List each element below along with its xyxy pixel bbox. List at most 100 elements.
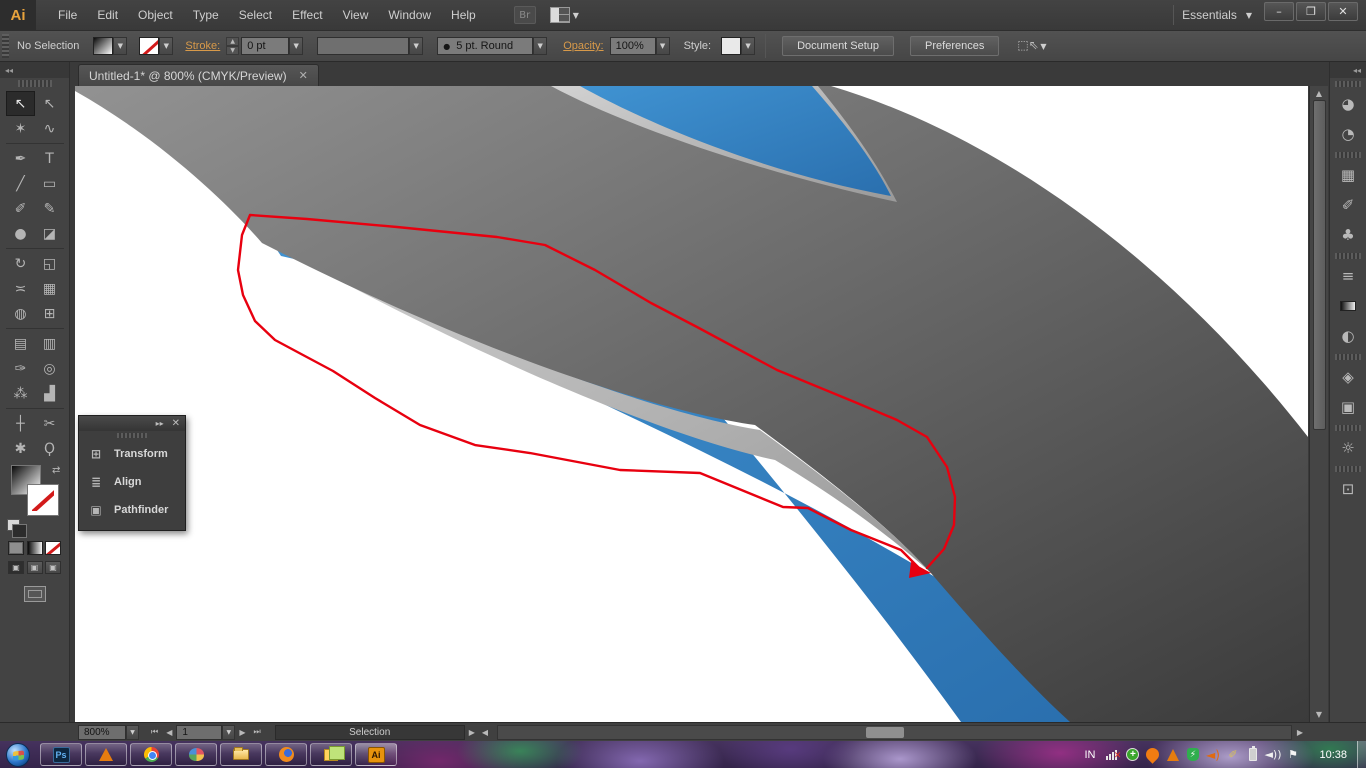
default-fill-stroke-icon[interactable] bbox=[7, 519, 20, 531]
taskbar-explorer-button[interactable] bbox=[220, 743, 262, 766]
codec-icon[interactable]: ✐ bbox=[1225, 747, 1240, 762]
taskbar-vlc-button[interactable] bbox=[85, 743, 127, 766]
network-icon[interactable]: ✕ bbox=[1105, 747, 1120, 762]
panel-grip[interactable] bbox=[117, 433, 147, 438]
panel-item-align[interactable]: ≣ Align bbox=[79, 468, 185, 496]
tool-free-transform[interactable]: ▦ bbox=[35, 276, 64, 301]
speaker-icon[interactable]: ◄)) bbox=[1265, 747, 1280, 762]
color-guide-panel-icon[interactable]: ◔ bbox=[1330, 119, 1366, 149]
horizontal-scrollbar[interactable] bbox=[497, 725, 1292, 740]
dock-grip[interactable] bbox=[1335, 152, 1361, 158]
first-artboard-icon[interactable]: ⏮ bbox=[147, 727, 162, 737]
close-button[interactable]: ✕ bbox=[1328, 2, 1358, 21]
bridge-icon[interactable]: Br bbox=[514, 6, 536, 24]
tool-eraser[interactable]: ◪ bbox=[35, 221, 64, 246]
menu-window[interactable]: Window bbox=[378, 0, 441, 30]
dock-grip[interactable] bbox=[1335, 81, 1361, 87]
stroke-weight-stepper[interactable]: ▲▼ bbox=[226, 37, 239, 55]
tool-zoom[interactable]: Ϙ bbox=[35, 436, 64, 461]
artboard-canvas[interactable] bbox=[75, 86, 1308, 722]
vertical-scrollbar[interactable]: ▲ ▼ bbox=[1309, 86, 1328, 722]
tool-shape-builder[interactable]: ◍ bbox=[6, 301, 35, 326]
document-setup-button[interactable]: Document Setup bbox=[782, 36, 894, 56]
select-similar-objects-icon[interactable]: ⬚⇖ bbox=[1017, 38, 1037, 54]
artboard-arrow-icon[interactable]: ▼ bbox=[222, 725, 235, 740]
symbols-panel-icon[interactable]: ♣ bbox=[1330, 220, 1366, 250]
taskbar-photoshop-button[interactable]: Ps bbox=[40, 743, 82, 766]
tab-close-icon[interactable]: ✕ bbox=[299, 69, 308, 82]
taskbar-illustrator-button[interactable]: Ai bbox=[355, 743, 397, 766]
stroke-weight-field[interactable]: 0 pt bbox=[241, 37, 289, 55]
scroll-right-icon[interactable]: ▶ bbox=[1294, 728, 1306, 737]
tool-blob-brush[interactable]: ● bbox=[6, 221, 35, 246]
artboard-number-field[interactable]: 1 bbox=[176, 725, 222, 740]
brush-definition-field[interactable]: ● 5 pt. Round bbox=[437, 37, 533, 55]
scroll-left-icon[interactable]: ◀ bbox=[479, 728, 491, 737]
tool-scale[interactable]: ◱ bbox=[35, 251, 64, 276]
menu-edit[interactable]: Edit bbox=[87, 0, 128, 30]
tool-magic-wand[interactable]: ✶ bbox=[6, 116, 35, 141]
zoom-level-field[interactable]: 800% bbox=[78, 725, 126, 740]
tool-perspective-grid[interactable]: ⊞ bbox=[35, 301, 64, 326]
artboards-panel-icon[interactable]: ▣ bbox=[1330, 392, 1366, 422]
menu-type[interactable]: Type bbox=[183, 0, 229, 30]
gradient-button[interactable] bbox=[27, 541, 43, 555]
language-indicator[interactable]: IN bbox=[1084, 749, 1095, 761]
menu-effect[interactable]: Effect bbox=[282, 0, 332, 30]
color-button[interactable] bbox=[8, 541, 24, 555]
tool-blend[interactable]: ◎ bbox=[35, 356, 64, 381]
action-center-icon[interactable]: ⚑ bbox=[1285, 747, 1300, 762]
tool-eyedropper[interactable]: ✑ bbox=[6, 356, 35, 381]
dock-grip[interactable] bbox=[1335, 425, 1361, 431]
preferences-button[interactable]: Preferences bbox=[910, 36, 999, 56]
color-panel-icon[interactable]: ◕ bbox=[1330, 89, 1366, 119]
dock-grip[interactable] bbox=[1335, 354, 1361, 360]
style-swatch[interactable] bbox=[721, 37, 741, 55]
none-button[interactable] bbox=[45, 541, 61, 555]
links-panel-icon[interactable]: ⊡ bbox=[1330, 474, 1366, 504]
avast-icon[interactable] bbox=[1145, 747, 1160, 762]
opacity-panel-link[interactable]: Opacity: bbox=[563, 40, 603, 52]
taskbar-pictures-button[interactable] bbox=[310, 743, 352, 766]
tools-collapse-button[interactable]: ◂◂ bbox=[0, 62, 69, 78]
tool-pen[interactable]: ✒ bbox=[6, 146, 35, 171]
tool-rectangle[interactable]: ▭ bbox=[35, 171, 64, 196]
swap-fill-stroke-icon[interactable]: ⇄ bbox=[52, 465, 60, 476]
menu-view[interactable]: View bbox=[333, 0, 379, 30]
tool-pencil[interactable]: ✎ bbox=[35, 196, 64, 221]
swatches-panel-icon[interactable]: ▦ bbox=[1330, 160, 1366, 190]
menu-object[interactable]: Object bbox=[128, 0, 183, 30]
start-button[interactable] bbox=[6, 743, 30, 767]
floating-panel[interactable]: ▸▸ ✕ ⊞ Transform ≣ Align ▣ Pathfinder bbox=[78, 415, 186, 531]
panel-close-icon[interactable]: ✕ bbox=[172, 418, 180, 429]
control-bar-grip[interactable] bbox=[2, 34, 9, 58]
opacity-field[interactable]: 100% bbox=[610, 37, 656, 55]
tool-width[interactable]: ≍ bbox=[6, 276, 35, 301]
status-display[interactable]: Selection bbox=[275, 725, 465, 740]
status-popup-icon[interactable]: ▶ bbox=[465, 728, 479, 737]
fill-color-arrow-icon[interactable]: ▼ bbox=[113, 37, 127, 55]
tool-column-graph[interactable]: ▟ bbox=[35, 381, 64, 406]
battery-icon[interactable] bbox=[1245, 747, 1260, 762]
taskbar-chrome-button[interactable] bbox=[130, 743, 172, 766]
horizontal-scroll-thumb[interactable] bbox=[866, 727, 904, 738]
update-icon[interactable]: + bbox=[1125, 747, 1140, 762]
opacity-arrow-icon[interactable]: ▼ bbox=[656, 37, 670, 55]
stroke-chip[interactable] bbox=[28, 485, 58, 515]
stroke-color-arrow-icon[interactable]: ▼ bbox=[159, 37, 173, 55]
vlc-tray-icon[interactable] bbox=[1165, 747, 1180, 762]
tool-rotate[interactable]: ↻ bbox=[6, 251, 35, 276]
vertical-scroll-thumb[interactable] bbox=[1313, 100, 1326, 430]
workspace-arrow-icon[interactable]: ▼ bbox=[1246, 11, 1252, 20]
document-tab[interactable]: Untitled-1* @ 800% (CMYK/Preview) ✕ bbox=[78, 64, 319, 86]
stroke-panel-icon[interactable]: ≡ bbox=[1330, 261, 1366, 291]
tool-gradient[interactable]: ▥ bbox=[35, 331, 64, 356]
scroll-down-icon[interactable]: ▼ bbox=[1313, 710, 1325, 719]
next-artboard-icon[interactable]: ▶ bbox=[235, 728, 249, 737]
dock-collapse-button[interactable]: ◂◂ bbox=[1330, 62, 1366, 78]
tool-symbol-sprayer[interactable]: ⁂ bbox=[6, 381, 35, 406]
stroke-color-swatch[interactable] bbox=[139, 37, 159, 55]
restore-button[interactable]: ❐ bbox=[1296, 2, 1326, 21]
menu-file[interactable]: File bbox=[48, 0, 87, 30]
panel-item-pathfinder[interactable]: ▣ Pathfinder bbox=[79, 496, 185, 524]
